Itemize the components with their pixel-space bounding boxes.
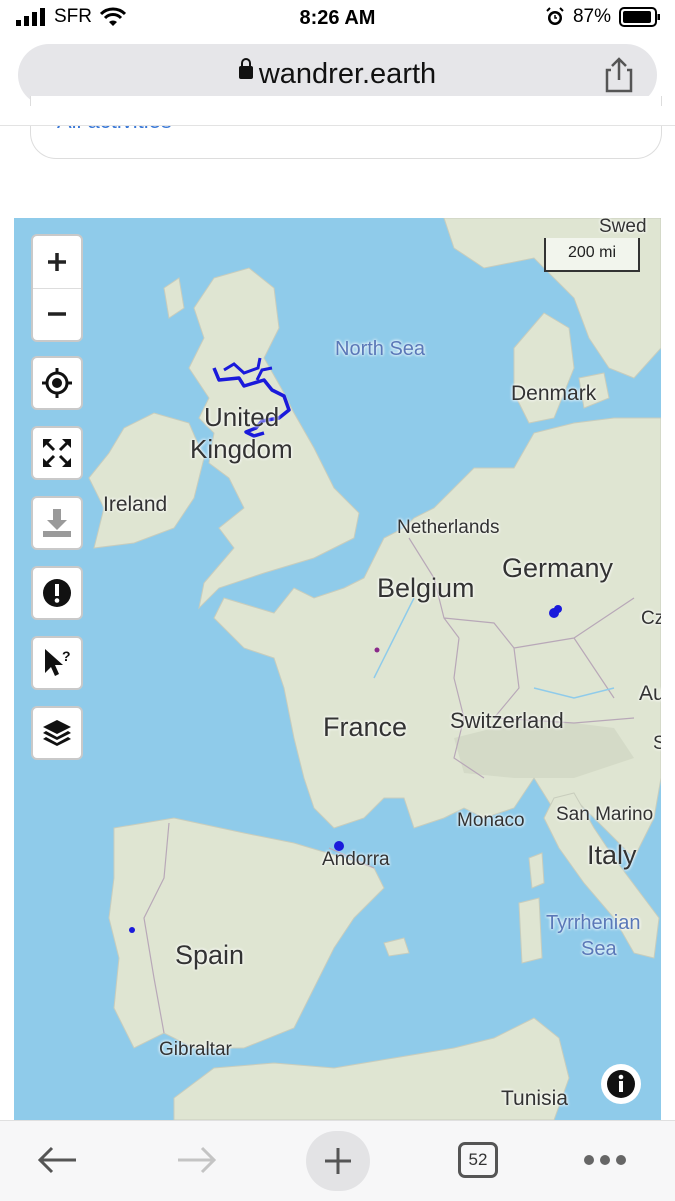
map-label-spain: Spain — [175, 940, 245, 970]
map-label-monaco: Monaco — [457, 810, 525, 831]
locate-button[interactable] — [31, 356, 83, 410]
map-label-sweden: Swed — [599, 218, 647, 237]
map-label-ireland: Ireland — [103, 493, 168, 516]
scroll-edge — [0, 106, 675, 126]
map-label-united: United — [204, 402, 280, 432]
share-button[interactable] — [601, 56, 637, 94]
map-label-belgium: Belgium — [377, 573, 475, 603]
url-text: wandrer.earth — [258, 58, 437, 90]
map-label-gibraltar: Gibraltar — [159, 1039, 232, 1060]
map-label-germany: Germany — [502, 553, 614, 583]
map-label-tunisia: Tunisia — [501, 1087, 568, 1110]
browser-toolbar: 52 — [0, 1120, 675, 1201]
more-dots-icon — [584, 1155, 626, 1165]
share-icon — [605, 57, 633, 93]
download-icon — [43, 509, 71, 537]
exclamation-icon — [43, 579, 71, 607]
plus-icon — [48, 252, 66, 271]
lock-icon — [238, 57, 253, 79]
back-arrow-icon — [37, 1146, 76, 1174]
map-label-north-sea: North Sea — [335, 338, 426, 360]
more-button[interactable] — [582, 1135, 628, 1185]
layers-button[interactable] — [31, 706, 83, 760]
map-label-czech: Cz — [641, 608, 661, 629]
map-view[interactable]: North Sea Denmark United Kingdom Ireland… — [14, 218, 661, 1120]
cursor-question-icon: ? — [45, 648, 71, 676]
minus-icon — [48, 312, 66, 316]
svg-text:?: ? — [62, 648, 71, 664]
new-tab-button[interactable] — [306, 1131, 370, 1191]
map-label-italy: Italy — [587, 840, 637, 870]
map-label-austria: Austr — [639, 682, 661, 705]
map-label-switzerland: Switzerland — [450, 708, 564, 733]
zoom-in-button[interactable] — [33, 236, 81, 289]
layers-icon — [43, 720, 71, 746]
zoom-control — [31, 234, 83, 342]
divider — [0, 125, 675, 126]
map-label-sea: Sea — [581, 938, 617, 960]
map-label-tyrrhenian: Tyrrhenian — [546, 912, 641, 934]
map-label-kingdom: Kingdom — [190, 434, 293, 464]
attribution-button[interactable] — [601, 1064, 641, 1104]
tab-count: 52 — [468, 1150, 488, 1169]
status-bar: SFR 8:26 AM 87% — [0, 0, 675, 38]
alarm-icon — [546, 7, 564, 25]
identify-button[interactable]: ? — [31, 636, 83, 690]
forward-arrow-icon — [178, 1146, 217, 1174]
fullscreen-button[interactable] — [31, 426, 83, 480]
tabs-button[interactable]: 52 — [455, 1135, 501, 1185]
report-button[interactable] — [31, 566, 83, 620]
map-scale: 200 mi — [544, 238, 640, 272]
battery-icon — [619, 7, 660, 27]
back-button[interactable] — [32, 1135, 82, 1185]
map-label-netherlands: Netherlands — [397, 517, 500, 538]
map-label-france: France — [323, 712, 408, 742]
map-label-slovenia: Slov — [653, 733, 661, 754]
new-tab-plus-icon — [325, 1148, 351, 1174]
map-label-denmark: Denmark — [511, 382, 597, 405]
download-button[interactable] — [31, 496, 83, 550]
crosshair-icon — [42, 368, 72, 398]
map-label-andorra: Andorra — [322, 849, 390, 870]
zoom-out-button[interactable] — [33, 289, 81, 341]
tabs-icon: 52 — [458, 1142, 498, 1178]
expand-arrows-icon — [43, 439, 71, 467]
forward-button[interactable] — [172, 1135, 222, 1185]
battery-percent: 87% — [572, 6, 611, 27]
map-label-san-marino: San Marino — [556, 804, 654, 825]
info-icon — [607, 1070, 635, 1098]
